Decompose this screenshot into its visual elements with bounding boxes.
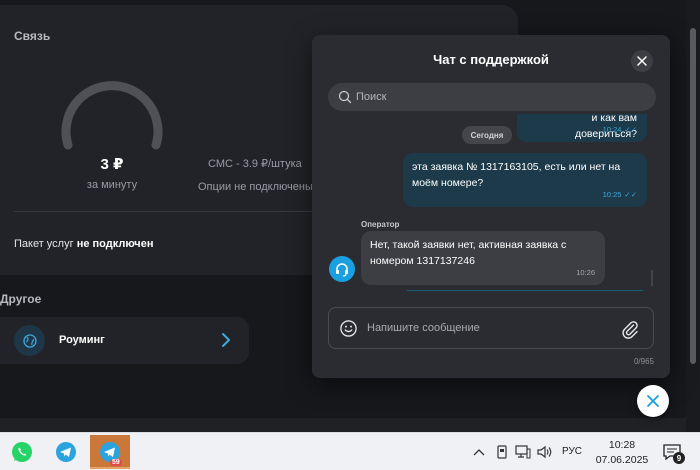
message-scrollbar[interactable]: [651, 270, 653, 286]
telegram-icon: [56, 442, 76, 462]
unread-badge: 59: [110, 459, 122, 466]
message-meta: 10:24 ✓✓: [603, 122, 637, 138]
clock-time: 10:28: [608, 439, 636, 451]
package-label: Пакет услуг: [14, 238, 74, 250]
price-per-minute: 3 ₽: [100, 156, 124, 173]
roaming-card[interactable]: Роуминг: [0, 317, 249, 364]
message-text: Нет, такой заявки нет, активная заявка с…: [370, 239, 567, 267]
close-chat-fab[interactable]: [637, 385, 669, 417]
incoming-message: Нет, такой заявки нет, активная заявка с…: [361, 231, 605, 285]
paperclip-icon[interactable]: [621, 319, 639, 339]
emoji-icon[interactable]: [339, 319, 358, 338]
globe-icon: [14, 325, 45, 356]
taskbar-app-telegram[interactable]: [46, 435, 86, 469]
clock[interactable]: 10:28 07.06.2025: [590, 438, 654, 468]
sms-price: СМС - 3.9 ₽/штука: [208, 158, 302, 170]
package-status: Пакет услуг не подключен: [14, 238, 153, 250]
price-unit: за минуту: [86, 179, 138, 191]
outgoing-message: эта заявка № 1317163105, есть или нет на…: [403, 153, 647, 207]
horizontal-scrollbar[interactable]: [0, 418, 686, 432]
operator-avatar: [329, 256, 355, 282]
scrollbar-thumb[interactable]: [690, 28, 696, 364]
chat-title: Чат с поддержкой: [433, 52, 549, 67]
date-separator: Сегодня: [462, 126, 512, 144]
chat-search-box[interactable]: [328, 83, 656, 111]
support-chat-window: Чат с поддержкой и как вам довериться? 1…: [312, 35, 670, 378]
options-status: Опции не подключены: [198, 181, 313, 193]
chat-search-input[interactable]: [356, 83, 646, 111]
notification-count: 9: [673, 452, 685, 464]
page: Связь 3 ₽ за минуту СМС - 3.9 ₽/штука Оп…: [0, 0, 700, 432]
outgoing-message: и как вам довериться? 10:24 ✓✓: [517, 114, 647, 142]
minutes-gauge: [61, 81, 163, 150]
char-counter: 0/965: [633, 357, 654, 366]
message-time: 10:25: [602, 190, 622, 199]
search-icon: [338, 90, 352, 104]
message-meta: 10:25 ✓✓: [603, 187, 637, 203]
roaming-label: Роуминг: [59, 334, 105, 346]
close-icon: [647, 395, 659, 407]
taskbar-app-telegram-active[interactable]: 59: [90, 435, 130, 469]
network-icon[interactable]: [515, 445, 531, 459]
taskbar: 59 РУС 10:28 07.06.2025 9: [0, 432, 700, 470]
read-check-icon: ✓✓: [624, 190, 637, 199]
message-list: и как вам довериться? 10:24 ✓✓ Сегодня эт…: [312, 114, 670, 292]
language-indicator[interactable]: РУС: [562, 446, 582, 457]
message-composer[interactable]: [328, 307, 654, 349]
chevron-right-icon: [222, 333, 230, 347]
volume-icon[interactable]: [537, 445, 553, 459]
connection-title: Связь: [14, 29, 51, 43]
divider: [14, 211, 314, 212]
taskbar-app-whatsapp[interactable]: [2, 435, 42, 469]
device-icon[interactable]: [496, 445, 508, 459]
message-divider: [407, 290, 643, 291]
other-section-title: Другое: [0, 292, 42, 306]
whatsapp-icon: [12, 442, 32, 462]
chevron-up-icon[interactable]: [473, 447, 485, 457]
clock-date: 07.06.2025: [595, 454, 649, 466]
operator-label: Оператор: [361, 220, 400, 229]
message-time: 10:26: [576, 268, 595, 277]
message-input[interactable]: [367, 308, 607, 348]
page-scrollbar[interactable]: [686, 0, 700, 432]
read-check-icon: ✓✓: [624, 125, 637, 134]
message-time: 10:24: [602, 125, 622, 134]
chat-close-button[interactable]: [631, 50, 653, 72]
package-value: не подключен: [76, 238, 154, 250]
headset-icon: [336, 263, 348, 277]
close-icon: [637, 56, 647, 66]
